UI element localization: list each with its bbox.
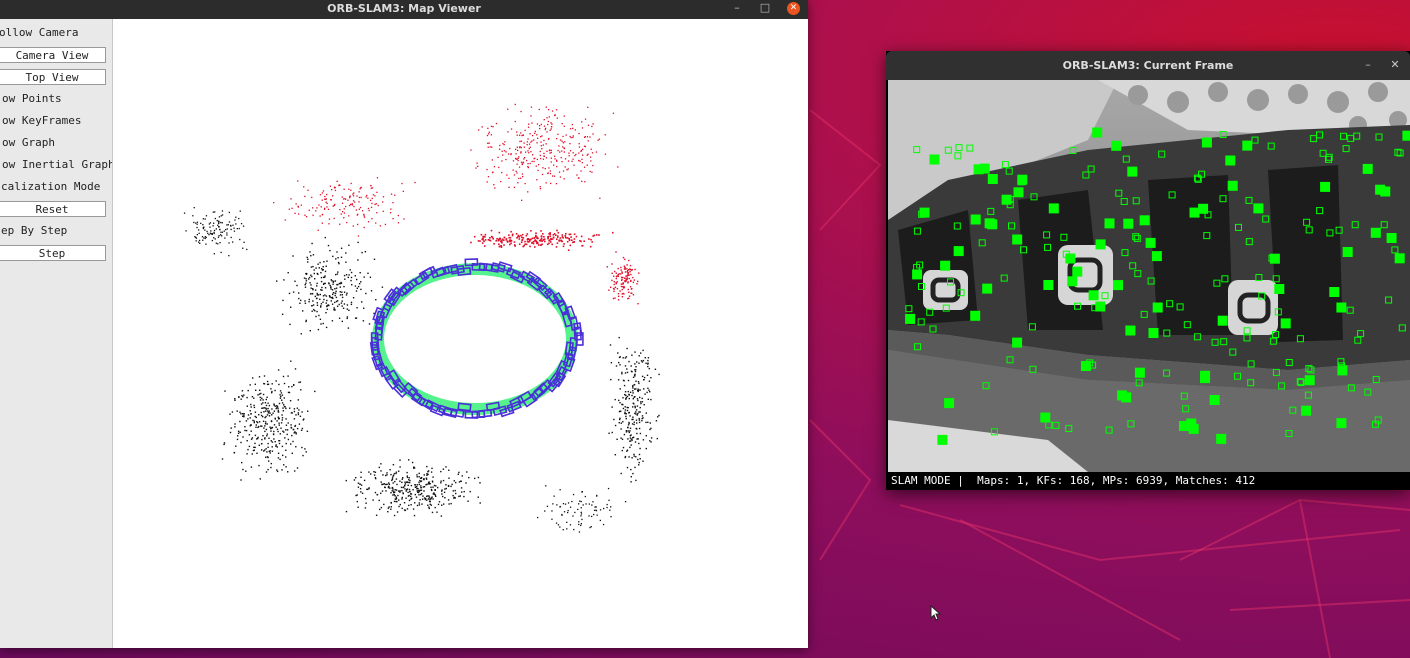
map-3d-canvas[interactable] <box>113 19 808 648</box>
follow-camera-checkbox[interactable]: ollow Camera <box>0 24 78 42</box>
map-viewer-window: ORB-SLAM3: Map Viewer – □ ✕ ollow Camera… <box>0 0 808 648</box>
status-bar: SLAM MODE | Maps: 1, KFs: 168, MPs: 6939… <box>886 472 1410 490</box>
map-point-cloud <box>183 103 660 533</box>
map-points-black <box>183 207 660 533</box>
close-icon[interactable]: ✕ <box>1387 57 1403 74</box>
camera-frame-image <box>888 80 1410 472</box>
show-points-checkbox[interactable]: ow Points <box>2 90 62 108</box>
step-button[interactable]: Step <box>0 245 106 261</box>
reset-button[interactable]: Reset <box>0 201 106 217</box>
window-title: ORB-SLAM3: Map Viewer <box>327 2 481 15</box>
current-frame-titlebar[interactable]: ORB-SLAM3: Current Frame – ✕ <box>886 51 1410 80</box>
close-icon[interactable]: ✕ <box>787 2 800 15</box>
mouse-cursor-icon <box>930 605 942 621</box>
show-graph-checkbox[interactable]: ow Graph <box>2 134 55 152</box>
maximize-icon[interactable]: □ <box>757 0 773 17</box>
localization-mode-checkbox[interactable]: calization Mode <box>1 178 100 196</box>
window-title: ORB-SLAM3: Current Frame <box>1062 59 1234 72</box>
keyframe-trajectory <box>369 258 584 419</box>
control-panel: ollow Camera Camera View Top View ow Poi… <box>0 19 113 648</box>
camera-view-button[interactable]: Camera View <box>0 47 106 63</box>
minimize-icon[interactable]: – <box>1360 57 1376 74</box>
show-keyframes-checkbox[interactable]: ow KeyFrames <box>2 112 81 130</box>
minimize-icon[interactable]: – <box>729 0 745 17</box>
current-frame-window: ORB-SLAM3: Current Frame – ✕ SLAM MODE |… <box>886 51 1410 490</box>
show-inertial-graph-checkbox[interactable]: ow Inertial Graph <box>2 156 112 174</box>
top-view-button[interactable]: Top View <box>0 69 106 85</box>
map-viewer-titlebar[interactable]: ORB-SLAM3: Map Viewer – □ ✕ <box>0 0 808 19</box>
step-by-step-checkbox[interactable]: ep By Step <box>1 222 67 240</box>
